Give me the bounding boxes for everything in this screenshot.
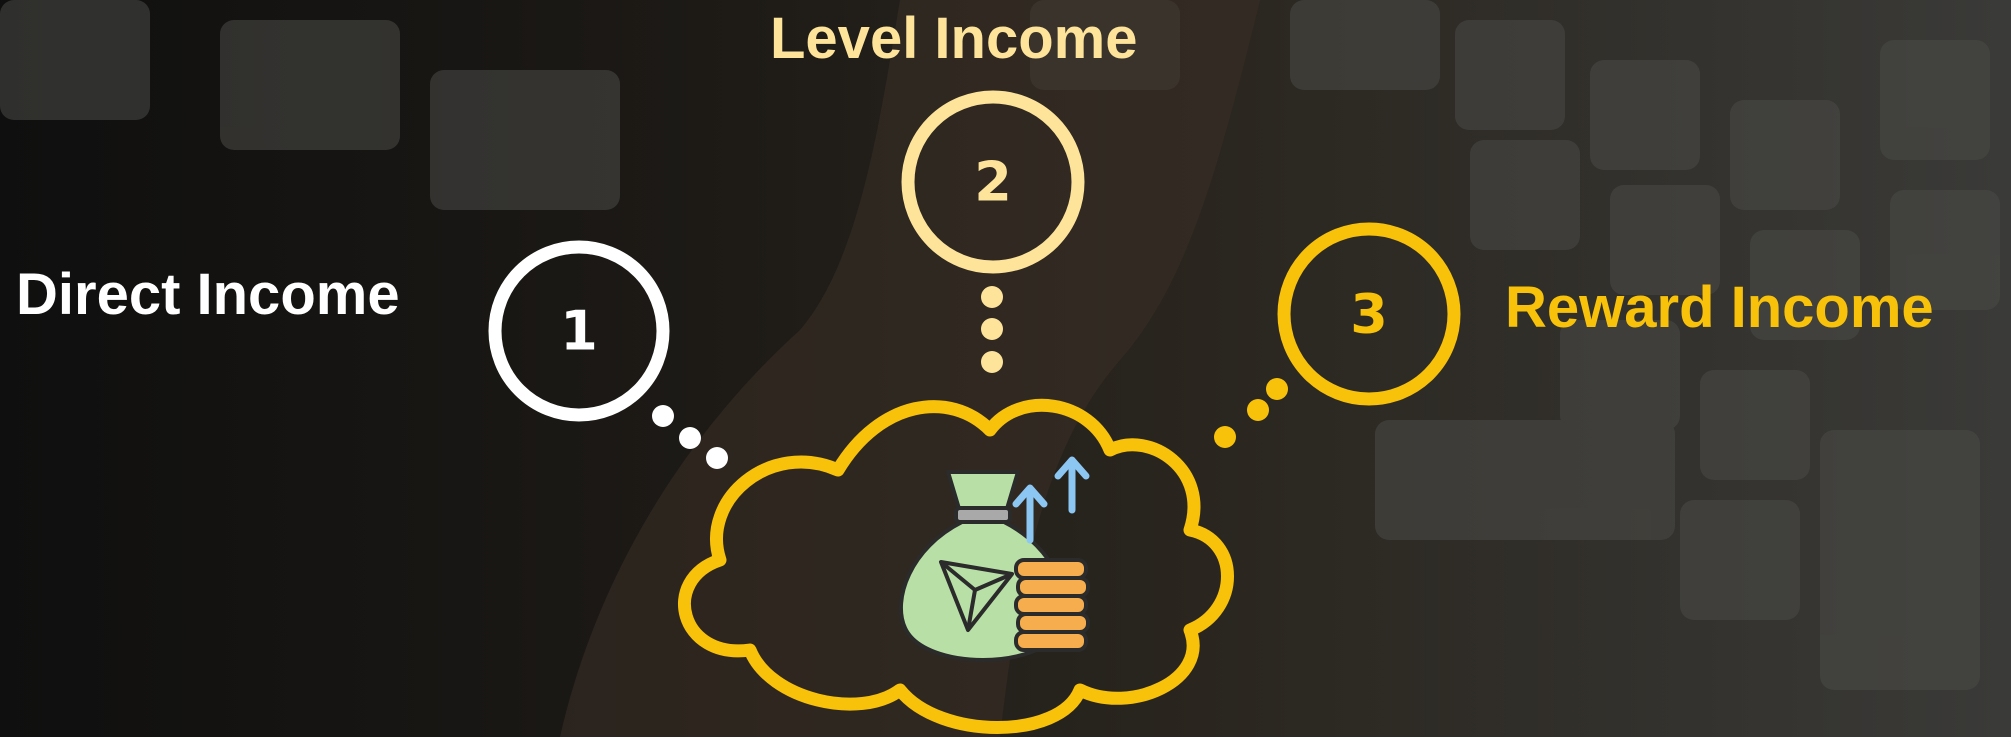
direct-income-label: Direct Income xyxy=(16,262,400,327)
coin-stack-icon xyxy=(1014,558,1090,652)
connector-dots-2 xyxy=(981,286,1003,373)
background-scene: 1 2 3 xyxy=(0,0,2011,737)
step-number-1: 1 xyxy=(560,300,598,363)
level-income-label: Level Income xyxy=(770,6,1138,71)
step-number-3: 3 xyxy=(1350,283,1388,346)
step-number-2: 2 xyxy=(974,151,1012,214)
reward-income-label: Reward Income xyxy=(1505,275,1934,340)
